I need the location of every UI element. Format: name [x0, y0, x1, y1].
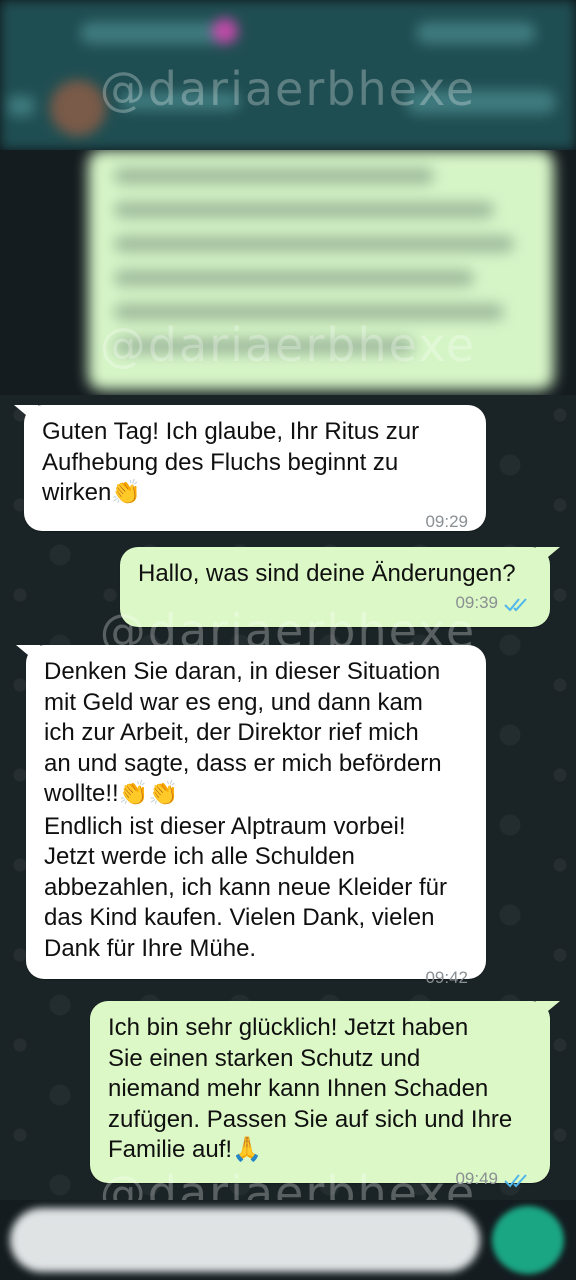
header-actions[interactable] [406, 90, 556, 114]
message-input-bar [0, 1200, 576, 1280]
message-meta: 09:42 [44, 966, 468, 990]
message-time: 09:29 [425, 512, 468, 532]
message-meta: 09:29 [42, 511, 468, 535]
back-arrow-icon[interactable] [8, 96, 34, 116]
status-bar [80, 22, 230, 44]
blurred-message-bubble [88, 150, 554, 390]
double-check-icon [504, 1173, 527, 1187]
message-text: Guten Tag! Ich glaube, Ihr Ritus zur Auf… [42, 418, 420, 506]
contact-avatar[interactable] [50, 80, 106, 136]
message-text: Denken Sie daran, in dieser Situation mi… [44, 658, 442, 807]
message-time: 09:49 [455, 1169, 498, 1189]
double-check-icon [504, 597, 527, 611]
folded-hands-icon: 🙏 [232, 1135, 262, 1163]
mic-icon[interactable] [492, 1206, 564, 1274]
contact-name[interactable] [120, 92, 240, 110]
blurred-message-area [0, 150, 576, 395]
message-time: 09:42 [425, 967, 468, 987]
status-icon [212, 18, 238, 44]
clapping-hands-icon: 👏👏 [118, 779, 179, 807]
status-bar-right [416, 22, 536, 44]
message-time: 09:39 [455, 593, 498, 613]
message-meta: 09:49 [108, 1168, 532, 1192]
message-text: Ich bin sehr glücklich! Jetzt haben Sie … [108, 1014, 513, 1163]
message-meta: 09:39 [138, 592, 532, 616]
incoming-message[interactable]: Guten Tag! Ich glaube, Ihr Ritus zur Auf… [14, 405, 486, 531]
outgoing-message[interactable]: Ich bin sehr glücklich! Jetzt haben Sie … [90, 1001, 560, 1188]
message-text-continued: Endlich ist dieser Alptraum vorbei! Jetz… [44, 812, 447, 962]
incoming-message[interactable]: Denken Sie daran, in dieser Situation mi… [16, 645, 486, 987]
message-input[interactable] [10, 1208, 480, 1272]
chat-header [0, 0, 576, 150]
clapping-hands-icon: 👏 [111, 478, 142, 506]
chat-messages[interactable]: Guten Tag! Ich glaube, Ihr Ritus zur Auf… [0, 395, 576, 1200]
outgoing-message[interactable]: Hallo, was sind deine Änderungen? 09:39 [120, 547, 560, 627]
message-text: Hallo, was sind deine Änderungen? [138, 560, 516, 587]
